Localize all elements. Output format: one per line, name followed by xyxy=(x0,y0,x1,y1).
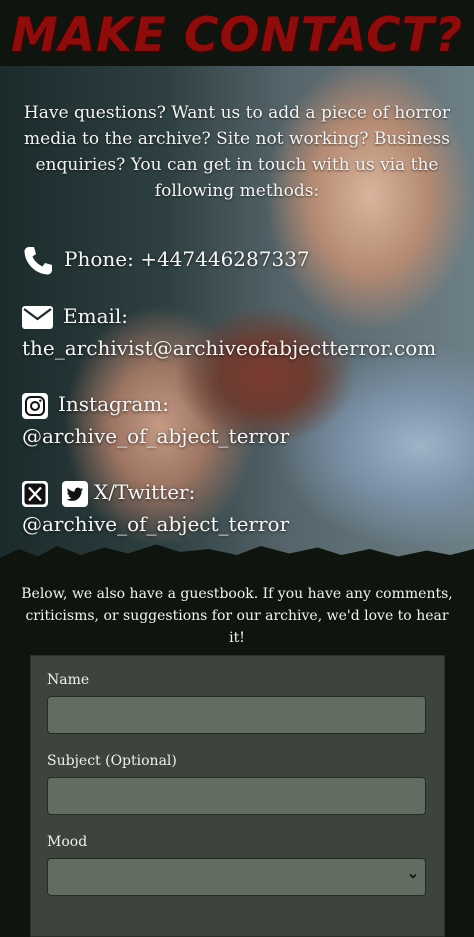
chevron-down-icon xyxy=(409,873,417,879)
twitter-link[interactable]: @archive_of_abject_terror xyxy=(22,512,289,536)
name-input[interactable] xyxy=(47,696,426,734)
contact-instagram: Instagram: @archive_of_abject_terror xyxy=(22,388,289,452)
twitter-label: X/Twitter: xyxy=(94,480,196,504)
instagram-icon xyxy=(22,392,48,419)
x-icon xyxy=(22,480,48,507)
page-title: MAKE CONTACT? xyxy=(11,8,463,63)
subject-label: Subject (Optional) xyxy=(47,753,177,769)
mood-select[interactable] xyxy=(47,858,426,896)
intro-text: Have questions? Want us to add a piece o… xyxy=(23,103,451,201)
contact-twitter: X/Twitter: @archive_of_abject_terror xyxy=(22,476,289,540)
contact-phone: Phone: +447446287337 xyxy=(22,243,310,277)
phone-link[interactable]: +447446287337 xyxy=(140,247,309,271)
email-link[interactable]: the_archivist@archiveofabjectterror.com xyxy=(22,336,436,360)
twitter-bird-icon xyxy=(62,480,88,507)
envelope-icon xyxy=(22,306,53,329)
guestbook-note: Below, we also have a guestbook. If you … xyxy=(21,586,453,646)
name-label: Name xyxy=(47,672,90,688)
instagram-label: Instagram: xyxy=(58,392,169,416)
email-label: Email: xyxy=(63,304,129,328)
phone-label: Phone: xyxy=(64,247,134,271)
phone-icon xyxy=(22,245,54,277)
contact-email: Email: the_archivist@archiveofabjectterr… xyxy=(22,300,462,364)
subject-input[interactable] xyxy=(47,777,426,815)
instagram-link[interactable]: @archive_of_abject_terror xyxy=(22,424,289,448)
guestbook-form: Name Subject (Optional) Mood xyxy=(30,655,445,937)
mood-label: Mood xyxy=(47,834,88,850)
